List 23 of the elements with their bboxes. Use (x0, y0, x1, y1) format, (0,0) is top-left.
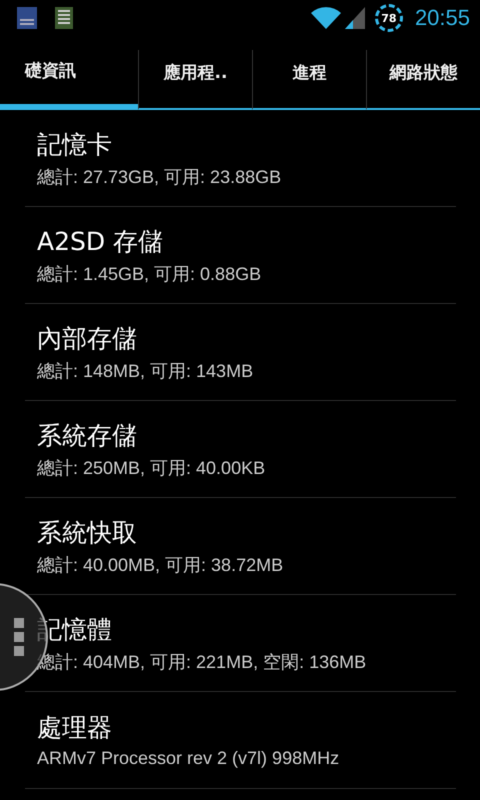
signal-icon (344, 7, 365, 29)
item-detail: 總計: 148MB, 可用: 143MB (37, 360, 254, 382)
item-title: 內部存儲 (37, 322, 138, 354)
item-title: 記憶卡 (37, 128, 113, 160)
item-title: 處理器 (37, 712, 113, 744)
menu-icon (14, 618, 24, 656)
item-detail: ARMv7 Processor rev 2 (v7l) 998MHz (37, 748, 340, 769)
clock: 20:55 (414, 5, 470, 31)
item-title: A2SD 存儲 (37, 226, 164, 258)
item-title: 系統存儲 (37, 420, 138, 452)
battery-icon: 78 (374, 4, 403, 32)
tab[interactable]: 網路狀態 (366, 50, 480, 110)
item-title: 系統快取 (37, 516, 138, 548)
item-detail: 總計: 40.00MB, 可用: 38.72MB (37, 554, 284, 576)
tab[interactable]: 礎資訊 (0, 36, 138, 110)
item-detail: 總計: 1.45GB, 可用: 0.88GB (37, 262, 262, 286)
notes-icon (55, 7, 73, 29)
item-detail: 總計: 27.73GB, 可用: 23.88GB (37, 166, 282, 188)
tab[interactable]: 進程 (252, 50, 366, 110)
document-icon (17, 7, 37, 29)
tab[interactable]: 應用程.. (138, 50, 252, 110)
wifi-icon (310, 7, 341, 29)
item-detail: 總計: 250MB, 可用: 40.00KB (37, 456, 266, 480)
